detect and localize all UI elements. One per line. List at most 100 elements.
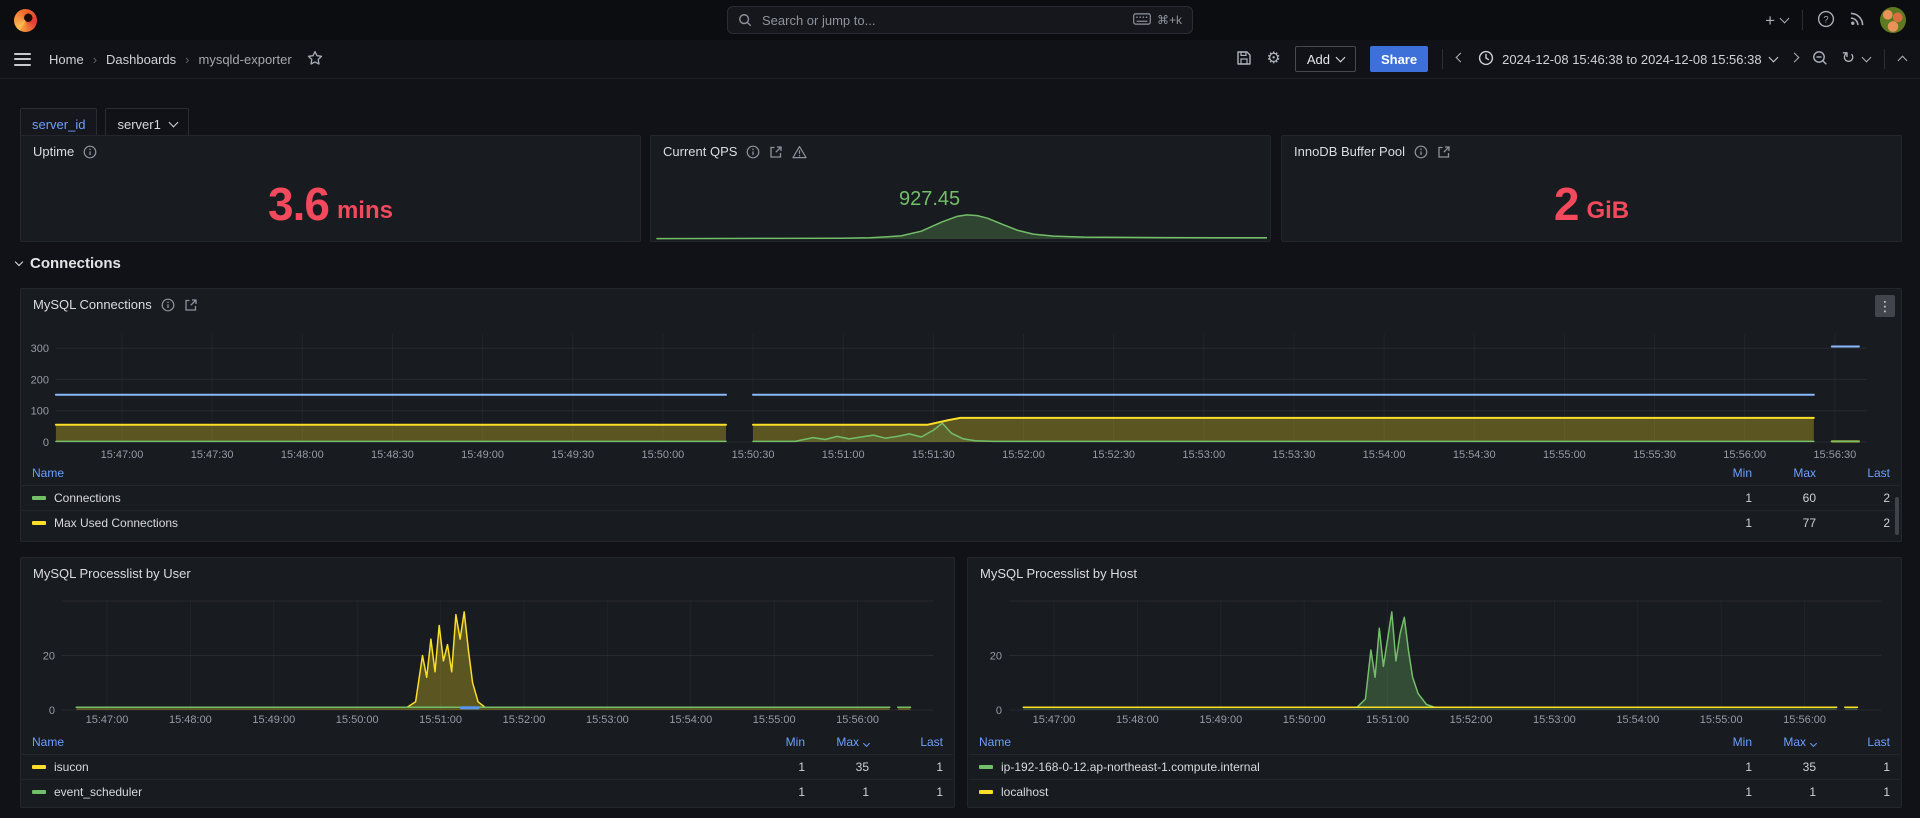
legend-stat-value: 35 [1802,760,1816,774]
legend-column-header[interactable]: Min [1733,466,1752,480]
time-range-picker[interactable]: 2024-12-08 15:46:38 to 2024-12-08 15:56:… [1478,50,1779,69]
legend-column-header[interactable]: Name [32,466,64,480]
svg-text:15:52:00: 15:52:00 [503,714,546,726]
legend-column-header[interactable]: Last [1867,466,1890,480]
processlist-host-chart[interactable]: 0 20 15:47:00 15:48:00 15:49:00 15:50:00 15:51… [969,588,1900,731]
search-input[interactable] [760,11,1125,29]
processlist-by-host-panel: MySQL Processlist by Host 0 20 15:47:00 15:… [967,557,1902,808]
search-bar[interactable]: ⌘+k [727,6,1193,34]
zoom-out-icon[interactable] [1812,50,1828,69]
current-qps-panel: Current QPS 927.45 [650,135,1271,242]
breadcrumb-dashboards[interactable]: Dashboards [106,52,176,67]
stat-unit: mins [336,196,393,224]
breadcrumb-home[interactable]: Home [49,52,84,67]
connections-legend: Name Min Max Last Connections 1 60 2 Max Used Co… [22,461,1900,535]
refresh-control[interactable]: ↻ [1842,51,1872,67]
legend-stat-value: 1 [1809,785,1816,799]
rss-news-icon[interactable] [1849,10,1866,30]
collapse-toolbar-icon[interactable] [1897,55,1908,66]
processlist-user-svg: 0 20 15:47:00 15:48:00 15:49:00 15:50:00 15:51… [43,600,934,726]
divider [1884,49,1885,69]
svg-text:20: 20 [990,651,1002,663]
legend-column-header[interactable]: Name [979,735,1011,749]
chevron-down-icon [1768,52,1779,63]
plus-icon: + [1765,10,1775,30]
legend-series-toggle[interactable]: localhost [979,785,1688,799]
svg-text:15:47:00: 15:47:00 [1033,714,1076,726]
legend-series-toggle[interactable]: event_scheduler [32,785,741,799]
svg-text:15:56:30: 15:56:30 [1813,449,1856,461]
info-icon[interactable] [746,145,760,159]
legend-series-toggle[interactable]: isucon [32,760,741,774]
processlist-user-chart[interactable]: 0 20 15:47:00 15:48:00 15:49:00 15:50:00 15:51… [22,588,953,731]
panel-title: MySQL Processlist by Host [980,566,1137,581]
svg-text:0: 0 [996,705,1002,717]
gear-icon[interactable]: ⚙ [1266,51,1280,67]
legend-stat-value: 1 [1883,785,1890,799]
legend-scrollbar[interactable] [1895,497,1899,535]
legend-series-name: Connections [54,491,121,505]
user-avatar[interactable] [1880,7,1906,33]
info-icon[interactable] [1414,145,1428,159]
svg-text:15:53:00: 15:53:00 [1182,449,1225,461]
connections-section-header[interactable]: Connections [14,255,121,272]
time-back-icon[interactable] [1455,52,1466,63]
chevron-down-icon [168,117,179,128]
legend-series-toggle[interactable]: Connections [32,491,1688,505]
legend-column-header[interactable]: Max [836,735,859,749]
svg-text:15:51:00: 15:51:00 [419,714,462,726]
series-color-dash [32,521,46,525]
legend-column-header[interactable]: Min [1733,735,1752,749]
legend-stat-value: 1 [1745,516,1752,530]
info-icon[interactable] [161,298,175,312]
svg-text:15:47:00: 15:47:00 [86,714,129,726]
search-icon [738,13,752,27]
breadcrumb-separator: › [92,51,98,67]
help-icon[interactable]: ? [1817,10,1835,31]
warning-icon[interactable] [792,145,808,159]
svg-text:?: ? [1823,14,1828,25]
svg-text:100: 100 [31,406,49,418]
add-button[interactable]: Add [1294,46,1356,72]
legend-column-header[interactable]: Max [1783,735,1806,749]
new-button[interactable]: + [1765,10,1790,30]
svg-text:15:56:00: 15:56:00 [836,714,879,726]
panel-title: MySQL Connections [33,297,198,312]
legend-column-header[interactable]: Name [32,735,64,749]
external-link-icon[interactable] [769,145,783,159]
legend-row: localhost 1 1 1 [969,779,1900,804]
external-link-icon[interactable] [184,298,198,312]
svg-text:15:55:30: 15:55:30 [1633,449,1676,461]
legend-column-header[interactable]: Min [786,735,805,749]
connections-chart[interactable]: 0 100 200 300 15:47:00 15:47:30 15:48:00 15:48:… [22,319,1900,464]
panel-title: Uptime [33,144,97,159]
panel-title-text: MySQL Processlist by Host [980,566,1138,581]
svg-text:15:56:00: 15:56:00 [1783,714,1826,726]
time-forward-icon[interactable] [1789,52,1800,63]
panel-title: MySQL Processlist by User [33,566,191,581]
save-icon[interactable] [1236,50,1252,69]
chevron-down-icon [1861,52,1872,63]
legend-stat-value: 1 [862,785,869,799]
variable-value: server1 [117,116,161,132]
svg-text:15:48:00: 15:48:00 [281,449,324,461]
qps-current-value: 927.45 [898,188,961,210]
external-link-icon[interactable] [1437,145,1451,159]
legend-column-header[interactable]: Last [1867,735,1890,749]
legend-column-header[interactable]: Max [1793,466,1816,480]
svg-text:15:49:30: 15:49:30 [551,449,594,461]
legend-column-header[interactable]: Last [920,735,943,749]
panel-title-text: MySQL Processlist by User [33,566,191,581]
star-icon[interactable] [307,50,323,69]
menu-icon[interactable] [14,52,31,66]
legend-series-toggle[interactable]: Max Used Connections [32,516,1688,530]
info-icon[interactable] [83,145,97,159]
keyboard-icon [1133,12,1151,28]
legend-stat-value: 1 [1745,491,1752,505]
share-button[interactable]: Share [1369,46,1429,72]
legend-stat-value: 1 [1883,760,1890,774]
grafana-logo[interactable] [14,8,37,32]
kebab-icon[interactable]: ⋮ [1875,295,1895,317]
qps-sparkline-chart[interactable] [653,210,1268,240]
legend-series-toggle[interactable]: ip-192-168-0-12.ap-northeast-1.compute.i… [979,760,1688,774]
